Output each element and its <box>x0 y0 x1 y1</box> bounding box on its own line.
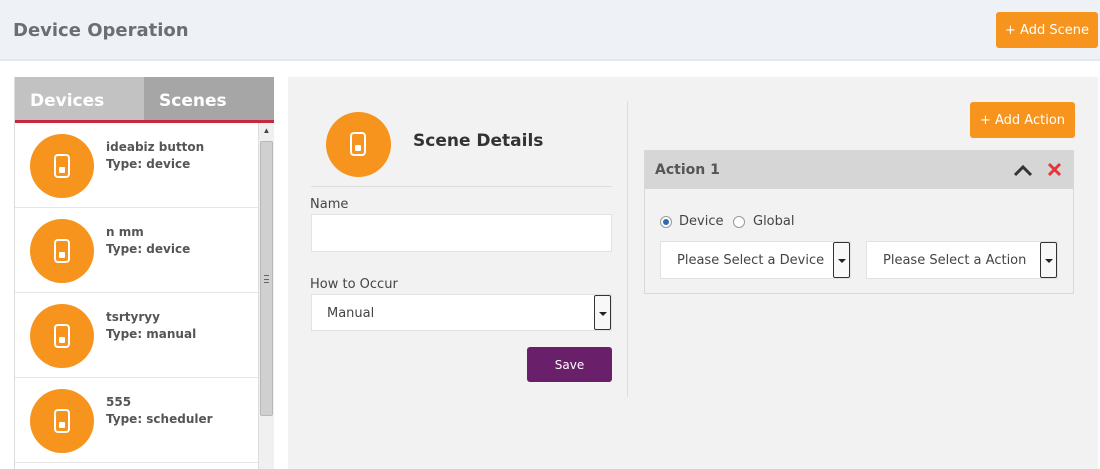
main-panel: Scene Details Name How to Occur Manual S… <box>288 77 1098 469</box>
chevron-down-icon[interactable] <box>1040 242 1057 278</box>
action-header: Action 1 <box>645 151 1073 189</box>
chevron-down-icon[interactable] <box>594 295 611 330</box>
scene-details-title: Scene Details <box>413 131 544 151</box>
save-button[interactable]: Save <box>527 347 612 382</box>
scene-type: Type: manual <box>106 327 197 341</box>
action-card: Action 1 Device Global Please Select a D… <box>644 150 1074 294</box>
switch-icon <box>54 324 70 348</box>
scene-list: ideabiz button Type: device n mm Type: d… <box>15 123 258 469</box>
page-header: Device Operation + Add Scene <box>0 0 1100 61</box>
chevron-down-icon[interactable] <box>833 242 850 278</box>
list-item[interactable]: 555 Type: scheduler <box>15 378 258 463</box>
scene-name: n mm <box>106 225 144 239</box>
scroll-up-arrow-icon[interactable]: ▲ <box>259 125 274 137</box>
radio-device[interactable] <box>660 216 672 228</box>
list-item[interactable]: n mm Type: device <box>15 208 258 293</box>
switch-icon <box>350 132 366 156</box>
vertical-divider <box>627 101 628 397</box>
occur-label: How to Occur <box>310 277 398 292</box>
add-action-button[interactable]: + Add Action <box>970 102 1075 138</box>
scene-icon <box>30 134 94 198</box>
device-select-value: Please Select a Device <box>677 253 825 268</box>
occur-select-value: Manual <box>327 306 375 321</box>
action-title: Action 1 <box>655 162 720 178</box>
page-title: Device Operation <box>13 20 189 41</box>
chevron-up-icon[interactable] <box>1013 162 1033 178</box>
action-select[interactable]: Please Select a Action <box>866 241 1058 279</box>
scroll-thumb[interactable] <box>260 141 273 416</box>
scene-name: tsrtyryy <box>106 310 160 324</box>
radio-global[interactable] <box>733 216 745 228</box>
scene-icon <box>30 389 94 453</box>
scene-icon <box>30 219 94 283</box>
radio-device-label: Device <box>679 214 724 229</box>
radio-global-label: Global <box>753 214 795 229</box>
scene-details-icon <box>326 112 391 177</box>
list-item[interactable]: tsrtyryy Type: manual <box>15 293 258 378</box>
scene-type: Type: device <box>106 242 191 256</box>
list-item[interactable]: ideabiz button Type: device <box>15 123 258 208</box>
switch-icon <box>54 409 70 433</box>
tab-devices[interactable]: Devices <box>15 77 144 120</box>
name-label: Name <box>310 197 349 212</box>
name-input[interactable] <box>311 214 612 252</box>
grip-icon <box>264 275 269 283</box>
occur-select[interactable]: Manual <box>311 294 612 331</box>
scene-name: ideabiz button <box>106 140 205 154</box>
scene-icon <box>30 304 94 368</box>
scene-list-panel: Devices Scenes ideabiz button Type: devi… <box>14 77 274 469</box>
add-scene-button[interactable]: + Add Scene <box>996 12 1098 48</box>
switch-icon <box>54 239 70 263</box>
close-icon[interactable] <box>1046 161 1063 178</box>
switch-icon <box>54 154 70 178</box>
scene-type: Type: device <box>106 157 191 171</box>
device-select[interactable]: Please Select a Device <box>660 241 851 279</box>
tab-scenes[interactable]: Scenes <box>144 77 274 120</box>
action-select-value: Please Select a Action <box>883 253 1027 268</box>
tab-bar: Devices Scenes <box>15 77 274 123</box>
scene-name: 555 <box>106 395 132 409</box>
scene-list-scrollbar[interactable]: ▲ <box>258 123 274 469</box>
scene-type: Type: scheduler <box>106 412 213 426</box>
details-divider <box>311 186 612 187</box>
